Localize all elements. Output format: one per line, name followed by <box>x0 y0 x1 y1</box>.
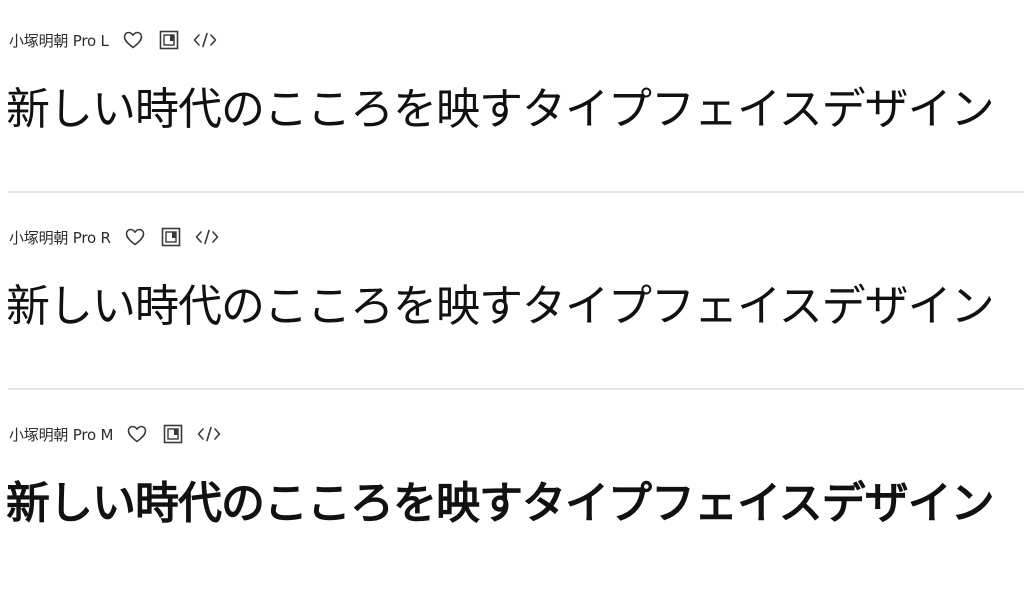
heart-icon <box>125 228 145 246</box>
font-card-regular: 小塚明朝 Pro R 新しい時代のこころを映すタイプフェイスデザイン <box>0 197 1024 394</box>
divider <box>8 388 1024 390</box>
heart-icon <box>127 425 147 443</box>
font-card-light: 小塚明朝 Pro L 新しい時代のこころを映すタイプフェイスデザイン <box>0 0 1024 197</box>
web-project-icon <box>161 227 181 247</box>
sample-text[interactable]: 新しい時代のこころを映すタイプフェイスデザイン <box>6 477 1024 531</box>
sample-text[interactable]: 新しい時代のこころを映すタイプフェイスデザイン <box>6 83 1024 137</box>
web-project-icon <box>163 424 183 444</box>
font-card-header: 小塚明朝 Pro L <box>9 28 227 52</box>
font-name[interactable]: 小塚明朝 Pro M <box>9 424 113 445</box>
add-to-web-project-button[interactable] <box>159 422 187 446</box>
font-name[interactable]: 小塚明朝 Pro L <box>9 30 109 51</box>
sample-text[interactable]: 新しい時代のこころを映すタイプフェイスデザイン <box>6 280 1024 334</box>
favorite-button[interactable] <box>123 422 151 446</box>
font-card-header: 小塚明朝 Pro M <box>9 422 231 446</box>
favorite-button[interactable] <box>121 225 149 249</box>
font-list: 小塚明朝 Pro L 新しい時代のこころを映すタイプフェイスデザイン 小塚明朝 … <box>0 0 1024 591</box>
embed-code-button[interactable] <box>195 422 223 446</box>
font-card-header: 小塚明朝 Pro R <box>9 225 229 249</box>
embed-code-button[interactable] <box>191 28 219 52</box>
embed-code-button[interactable] <box>193 225 221 249</box>
add-to-web-project-button[interactable] <box>157 225 185 249</box>
font-card-medium: 小塚明朝 Pro M 新しい時代のこころを映すタイプフェイスデザイン <box>0 394 1024 591</box>
web-project-icon <box>159 30 179 50</box>
code-icon <box>197 426 221 442</box>
divider <box>8 191 1024 193</box>
code-icon <box>193 32 217 48</box>
font-name[interactable]: 小塚明朝 Pro R <box>9 227 111 248</box>
code-icon <box>195 229 219 245</box>
favorite-button[interactable] <box>119 28 147 52</box>
heart-icon <box>123 31 143 49</box>
add-to-web-project-button[interactable] <box>155 28 183 52</box>
